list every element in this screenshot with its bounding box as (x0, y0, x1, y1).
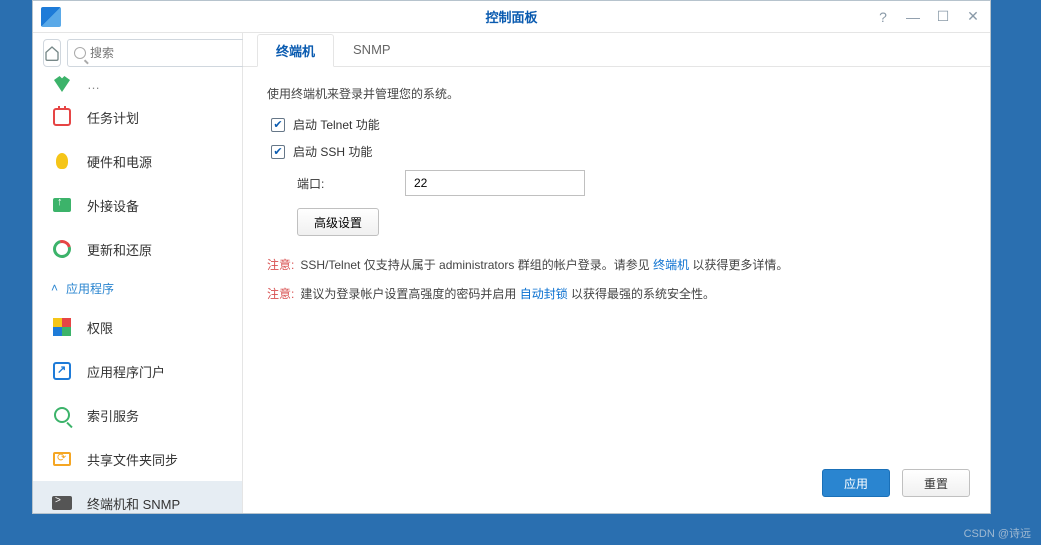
update-icon (51, 238, 73, 260)
sidebar-item-indexing[interactable]: 索引服务 (33, 393, 242, 437)
note-1: 注意: SSH/Telnet 仅支持从属于 administrators 群组的… (267, 256, 966, 275)
sidebar-item-label: 更新和还原 (87, 240, 152, 259)
sidebar-item-label: 外接设备 (87, 196, 139, 215)
telnet-checkbox-row: ✔ 启动 Telnet 功能 (271, 116, 966, 133)
ssh-label: 启动 SSH 功能 (293, 143, 372, 160)
external-icon (51, 194, 73, 216)
sync-icon (51, 448, 73, 470)
sidebar-item-label: 应用程序门户 (87, 362, 165, 381)
reset-button[interactable]: 重置 (902, 469, 970, 497)
sidebar-item-external-devices[interactable]: 外接设备 (33, 183, 242, 227)
sidebar-item-terminal-snmp[interactable]: 终端机和 SNMP (33, 481, 242, 513)
heart-icon (51, 73, 73, 95)
description-text: 使用终端机来登录并管理您的系统。 (267, 85, 966, 102)
home-button[interactable] (43, 39, 61, 67)
window-title: 控制面板 (33, 7, 990, 26)
help-button[interactable]: ? (874, 8, 892, 26)
search-icon (74, 47, 86, 59)
terminal-help-link[interactable]: 终端机 (653, 258, 689, 272)
sidebar-item-task-scheduler[interactable]: 任务计划 (33, 95, 242, 139)
search-input[interactable] (90, 46, 245, 60)
footer-buttons: 应用 重置 (822, 469, 970, 497)
tab-snmp[interactable]: SNMP (334, 33, 410, 66)
tab-terminal[interactable]: 终端机 (257, 34, 334, 67)
close-button[interactable]: ✕ (964, 8, 982, 26)
minimize-button[interactable]: — (904, 8, 922, 26)
window-body: … 任务计划 硬件和电源 外接设备 更新和还原 (33, 33, 990, 513)
note-2: 注意: 建议为登录帐户设置高强度的密码并启用 自动封锁 以获得最强的系统安全性。 (267, 285, 966, 304)
window-controls: ? — ☐ ✕ (874, 8, 982, 26)
terminal-icon (51, 492, 73, 513)
advanced-settings-button[interactable]: 高级设置 (297, 208, 379, 236)
sidebar: … 任务计划 硬件和电源 外接设备 更新和还原 (33, 33, 243, 513)
auto-block-link[interactable]: 自动封锁 (520, 287, 568, 301)
sidebar-item-cutoff[interactable]: … (33, 73, 242, 95)
sidebar-section-label: 应用程序 (66, 280, 114, 297)
sidebar-item-privileges[interactable]: 权限 (33, 305, 242, 349)
telnet-checkbox[interactable]: ✔ (271, 118, 285, 132)
port-row: 端口: (297, 170, 966, 196)
sidebar-item-label: 索引服务 (87, 406, 139, 425)
ssh-checkbox-row: ✔ 启动 SSH 功能 (271, 143, 966, 160)
telnet-label: 启动 Telnet 功能 (293, 116, 380, 133)
note-label: 注意: (267, 256, 294, 275)
sidebar-item-label: 权限 (87, 318, 113, 337)
bulb-icon (51, 150, 73, 172)
sidebar-item-app-portal[interactable]: 应用程序门户 (33, 349, 242, 393)
sidebar-item-label: 共享文件夹同步 (87, 450, 178, 469)
app-icon (41, 7, 61, 27)
watermark: CSDN @诗远 (964, 525, 1031, 541)
sidebar-item-hardware-power[interactable]: 硬件和电源 (33, 139, 242, 183)
sidebar-item-update-restore[interactable]: 更新和还原 (33, 227, 242, 271)
port-label: 端口: (297, 175, 387, 192)
chevron-up-icon: ˄ (51, 281, 58, 295)
sidebar-item-label: 硬件和电源 (87, 152, 152, 171)
sidebar-item-label: 任务计划 (87, 108, 139, 127)
index-icon (51, 404, 73, 426)
titlebar: 控制面板 ? — ☐ ✕ (33, 1, 990, 33)
port-input[interactable] (405, 170, 585, 196)
permissions-icon (51, 316, 73, 338)
home-icon (44, 45, 60, 61)
content-area: 使用终端机来登录并管理您的系统。 ✔ 启动 Telnet 功能 ✔ 启动 SSH… (243, 67, 990, 513)
tab-bar: 终端机 SNMP (243, 33, 990, 67)
main-panel: 终端机 SNMP 使用终端机来登录并管理您的系统。 ✔ 启动 Telnet 功能… (243, 33, 990, 513)
apply-button[interactable]: 应用 (822, 469, 890, 497)
maximize-button[interactable]: ☐ (934, 8, 952, 26)
nav-list: … 任务计划 硬件和电源 外接设备 更新和还原 (33, 73, 242, 513)
search-box[interactable] (67, 39, 252, 67)
portal-icon (51, 360, 73, 382)
note-label: 注意: (267, 285, 294, 304)
sidebar-item-label: 终端机和 SNMP (87, 494, 180, 513)
sidebar-section-apps[interactable]: ˄ 应用程序 (33, 271, 242, 305)
ssh-checkbox[interactable]: ✔ (271, 145, 285, 159)
control-panel-window: 控制面板 ? — ☐ ✕ … (32, 0, 991, 514)
sidebar-item-shared-folder-sync[interactable]: 共享文件夹同步 (33, 437, 242, 481)
search-row (33, 33, 242, 73)
calendar-icon (51, 106, 73, 128)
